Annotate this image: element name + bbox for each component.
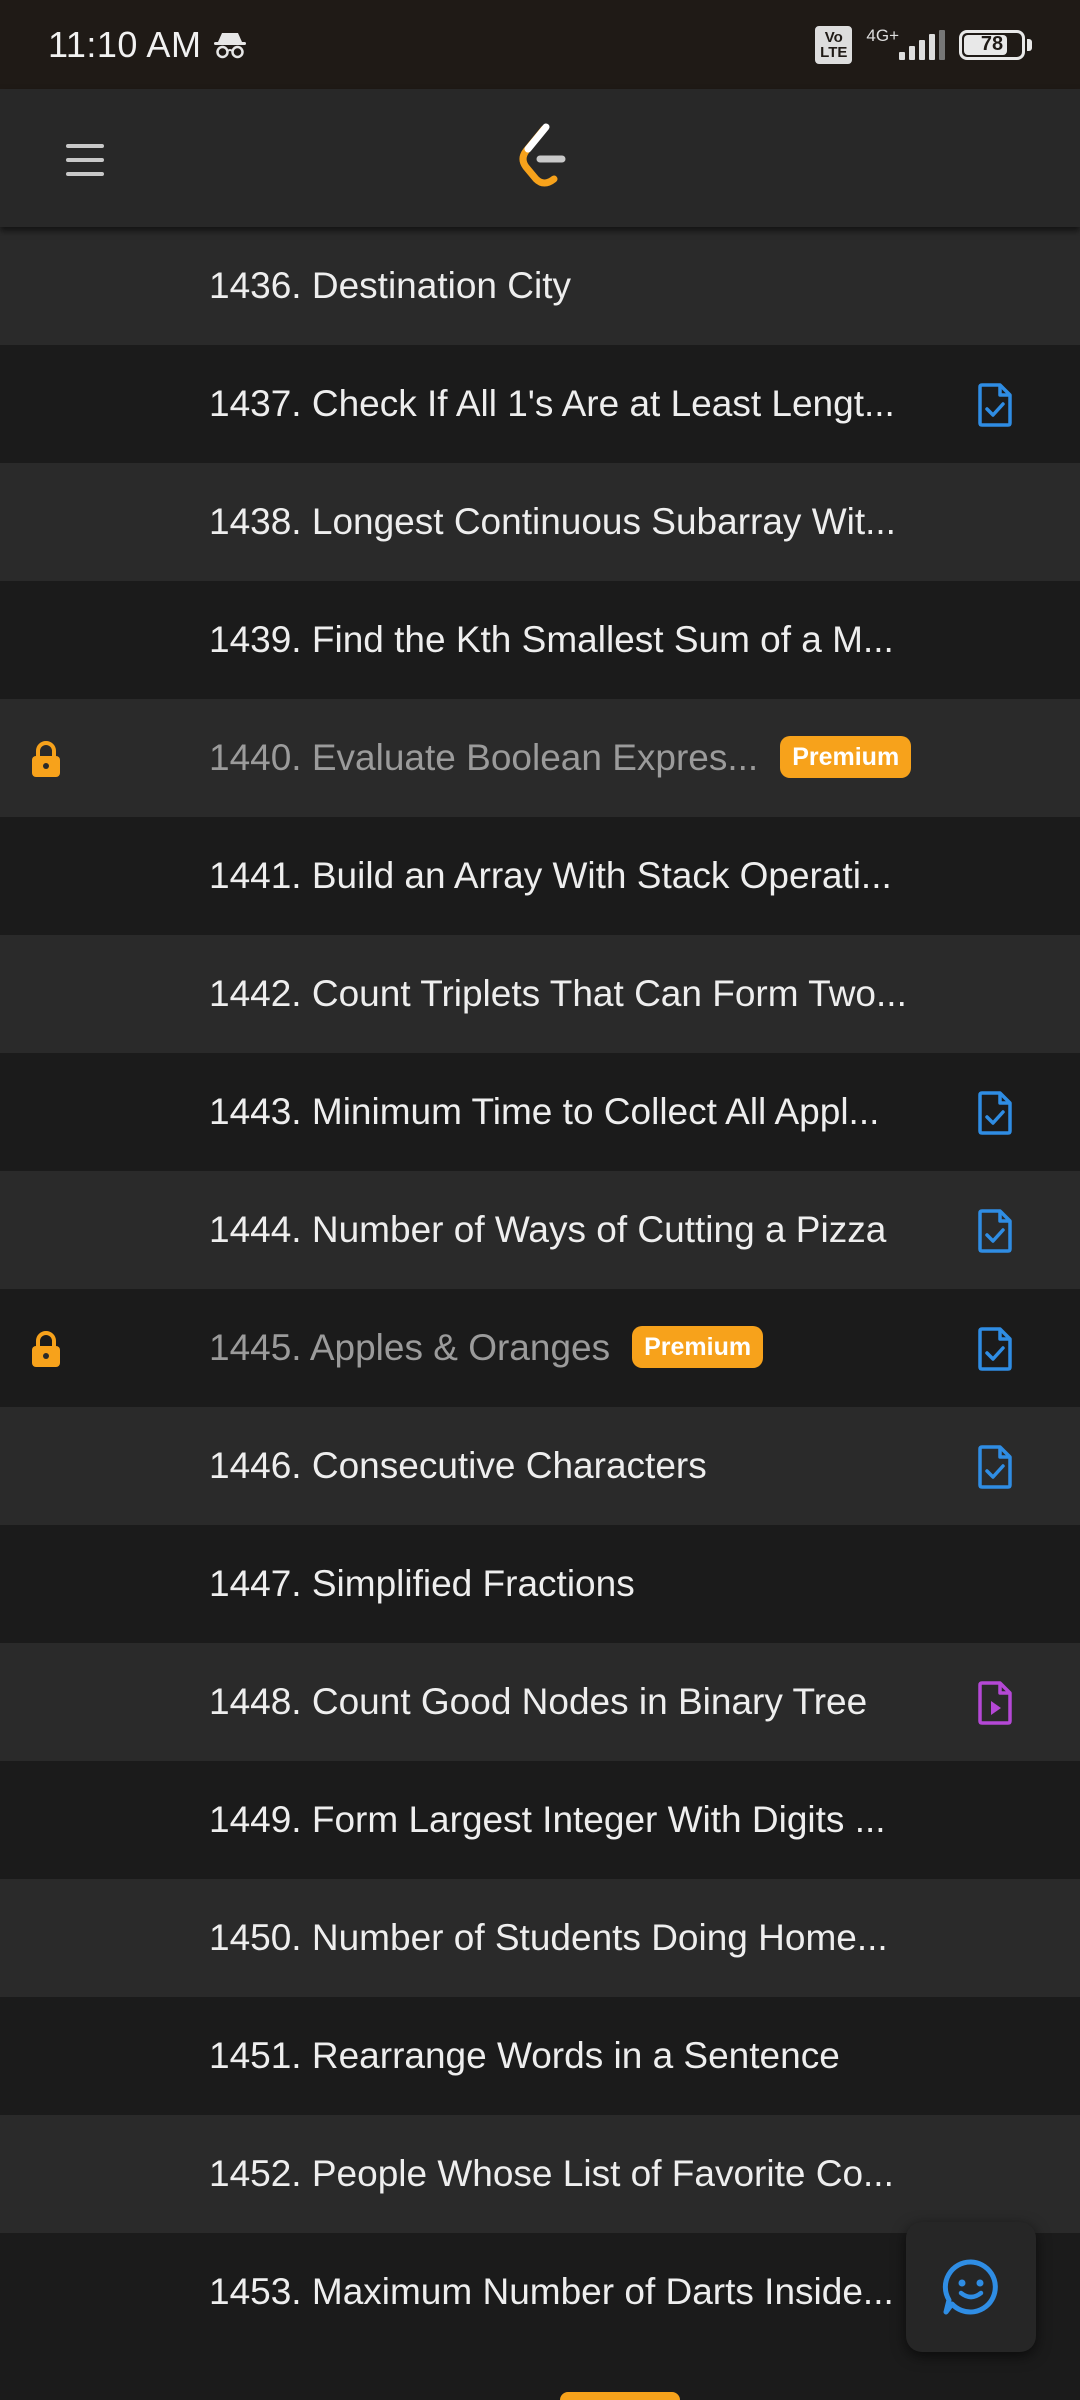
problem-row[interactable]: 1438. Longest Continuous Subarray Wit...: [0, 463, 1080, 581]
problem-row[interactable]: 1446. Consecutive Characters: [0, 1407, 1080, 1525]
problem-title-text: 1442. Count Triplets That Can Form Two..…: [209, 973, 907, 1014]
problem-title-text: 1453. Maximum Number of Darts Inside...: [209, 2271, 894, 2312]
video-solution-icon[interactable]: [976, 1681, 1014, 1725]
incognito-icon: [213, 30, 247, 60]
hamburger-menu-button[interactable]: [50, 125, 120, 195]
signal-icon: 4G+: [866, 26, 945, 60]
problem-title: 1438. Longest Continuous Subarray Wit...: [209, 463, 896, 581]
premium-badge: Premium: [632, 1326, 764, 1369]
problem-title-text: 1437. Check If All 1's Are at Least Leng…: [209, 383, 895, 424]
premium-badge: Premium: [780, 736, 912, 779]
lock-icon: [26, 739, 66, 779]
problem-title-text: 1448. Count Good Nodes in Binary Tree: [209, 1681, 868, 1722]
problem-title: 1443. Minimum Time to Collect All Appl..…: [209, 1053, 879, 1171]
problem-title-text: 1436. Destination City: [209, 265, 571, 306]
volte-icon: Vo LTE: [815, 25, 853, 64]
bottom-badge-peek: [560, 2392, 680, 2400]
battery-icon: 78: [959, 29, 1032, 60]
network-type: 4G+: [866, 25, 899, 45]
problem-row[interactable]: 1439. Find the Kth Smallest Sum of a M..…: [0, 581, 1080, 699]
problem-row[interactable]: 1448. Count Good Nodes in Binary Tree: [0, 1643, 1080, 1761]
leetcode-logo-icon[interactable]: [512, 121, 576, 193]
problem-row[interactable]: 1449. Form Largest Integer With Digits .…: [0, 1761, 1080, 1879]
status-time: 11:10 AM: [48, 23, 202, 65]
problem-title-text: 1449. Form Largest Integer With Digits .…: [209, 1799, 886, 1840]
chat-feedback-button[interactable]: [906, 2222, 1036, 2352]
chat-feedback-icon: [942, 2259, 998, 2315]
problem-title: 1444. Number of Ways of Cutting a Pizza: [209, 1171, 886, 1289]
problem-title: 1452. People Whose List of Favorite Co..…: [209, 2115, 894, 2233]
problem-row[interactable]: 1442. Count Triplets That Can Form Two..…: [0, 935, 1080, 1053]
problem-title: 1445. Apples & Oranges Premium: [209, 1289, 764, 1407]
problem-title: 1436. Destination City: [209, 227, 571, 345]
problem-title-text: 1446. Consecutive Characters: [209, 1445, 707, 1486]
problem-title-text: 1452. People Whose List of Favorite Co..…: [209, 2153, 894, 2194]
problem-title: 1448. Count Good Nodes in Binary Tree: [209, 1643, 867, 1761]
problem-title: 1437. Check If All 1's Are at Least Leng…: [209, 345, 895, 463]
problem-title-text: 1444. Number of Ways of Cutting a Pizza: [209, 1209, 887, 1250]
problem-title-text: 1441. Build an Array With Stack Operati.…: [209, 855, 892, 896]
problem-row[interactable]: 1437. Check If All 1's Are at Least Leng…: [0, 345, 1080, 463]
problem-row[interactable]: 1436. Destination City: [0, 227, 1080, 345]
status-bar: 11:10 AM Vo LTE 4G+ 78: [0, 0, 1080, 89]
problem-title-text: 1451. Rearrange Words in a Sentence: [209, 2035, 840, 2076]
problem-row[interactable]: 1441. Build an Array With Stack Operati.…: [0, 817, 1080, 935]
problem-row[interactable]: 1447. Simplified Fractions: [0, 1525, 1080, 1643]
problem-title: 1446. Consecutive Characters: [209, 1407, 707, 1525]
problem-row[interactable]: 1452. People Whose List of Favorite Co..…: [0, 2115, 1080, 2233]
problem-title-text: 1445. Apples & Oranges: [209, 1327, 611, 1368]
lock-icon: [26, 1329, 66, 1369]
problem-row[interactable]: 1451. Rearrange Words in a Sentence: [0, 1997, 1080, 2115]
problem-title: 1440. Evaluate Boolean Expres... Premium: [209, 699, 912, 817]
problem-title-text: 1450. Number of Students Doing Home...: [209, 1917, 888, 1958]
problem-row[interactable]: 1443. Minimum Time to Collect All Appl..…: [0, 1053, 1080, 1171]
problem-row[interactable]: 1445. Apples & Oranges Premium: [0, 1289, 1080, 1407]
solution-check-icon[interactable]: [976, 1327, 1014, 1371]
problem-title: 1447. Simplified Fractions: [209, 1525, 635, 1643]
solution-check-icon[interactable]: [976, 1091, 1014, 1135]
problem-title-text: 1439. Find the Kth Smallest Sum of a M..…: [209, 619, 894, 660]
solution-check-icon[interactable]: [976, 1209, 1014, 1253]
battery-level: 78: [980, 33, 1004, 55]
problem-title-text: 1438. Longest Continuous Subarray Wit...: [209, 501, 896, 542]
solution-check-icon[interactable]: [976, 1445, 1014, 1489]
problem-title: 1442. Count Triplets That Can Form Two..…: [209, 935, 907, 1053]
problem-title: 1451. Rearrange Words in a Sentence: [209, 1997, 840, 2115]
solution-check-icon[interactable]: [976, 383, 1014, 427]
app-bar: [0, 89, 1080, 227]
problem-title-text: 1447. Simplified Fractions: [209, 1563, 635, 1604]
problem-title: 1450. Number of Students Doing Home...: [209, 1879, 888, 1997]
problem-title: 1449. Form Largest Integer With Digits .…: [209, 1761, 886, 1879]
problem-row[interactable]: 1444. Number of Ways of Cutting a Pizza: [0, 1171, 1080, 1289]
problem-title-text: 1443. Minimum Time to Collect All Appl..…: [209, 1091, 880, 1132]
problem-title: 1441. Build an Array With Stack Operati.…: [209, 817, 892, 935]
problem-row[interactable]: 1450. Number of Students Doing Home...: [0, 1879, 1080, 1997]
problem-title: 1453. Maximum Number of Darts Inside...: [209, 2233, 894, 2351]
problem-row[interactable]: 1440. Evaluate Boolean Expres... Premium: [0, 699, 1080, 817]
problem-title-text: 1440. Evaluate Boolean Expres...: [209, 737, 759, 778]
problem-list: 1436. Destination City 1437. Check If All…: [0, 227, 1080, 2351]
problem-title: 1439. Find the Kth Smallest Sum of a M..…: [209, 581, 894, 699]
